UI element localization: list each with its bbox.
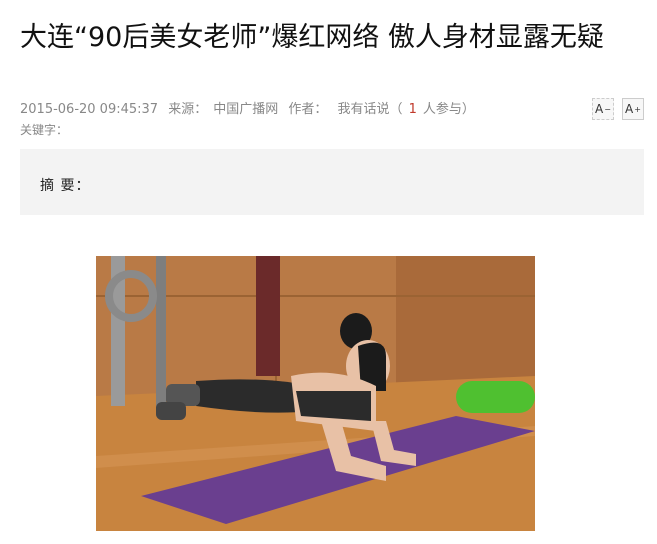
comments-link[interactable]: 我有话说（ 1 人参与）: [338, 102, 481, 117]
font-increase-letter: A: [625, 102, 634, 116]
font-increase-button[interactable]: A +: [622, 98, 644, 120]
article-title: 大连“90后美女老师”爆红网络 傲人身材显露无疑: [20, 22, 604, 54]
summary-box: 摘 要：: [20, 149, 644, 215]
comments-prefix: 我有话说（: [337, 102, 403, 117]
summary-label: 摘 要：: [40, 178, 91, 194]
photo-image: [96, 256, 535, 531]
article-photo: [96, 256, 535, 531]
font-decrease-letter: A: [595, 102, 604, 116]
minus-icon: −: [604, 104, 611, 114]
source-label: 来源：: [168, 102, 208, 117]
comments-count: 1: [408, 102, 417, 117]
keywords-label: 关键字：: [20, 123, 69, 137]
font-decrease-button[interactable]: A −: [592, 98, 614, 120]
article-meta: 2015-06-20 09:45:37 来源： 中国广播网 作者： 我有话说（ 1 人…: [20, 98, 487, 117]
publish-date: 2015-06-20 09:45:37: [20, 102, 159, 117]
source-link[interactable]: 中国广播网: [213, 102, 278, 117]
plus-icon: +: [634, 104, 641, 114]
comments-suffix: 人参与）: [422, 102, 475, 117]
author-label: 作者：: [288, 102, 328, 117]
